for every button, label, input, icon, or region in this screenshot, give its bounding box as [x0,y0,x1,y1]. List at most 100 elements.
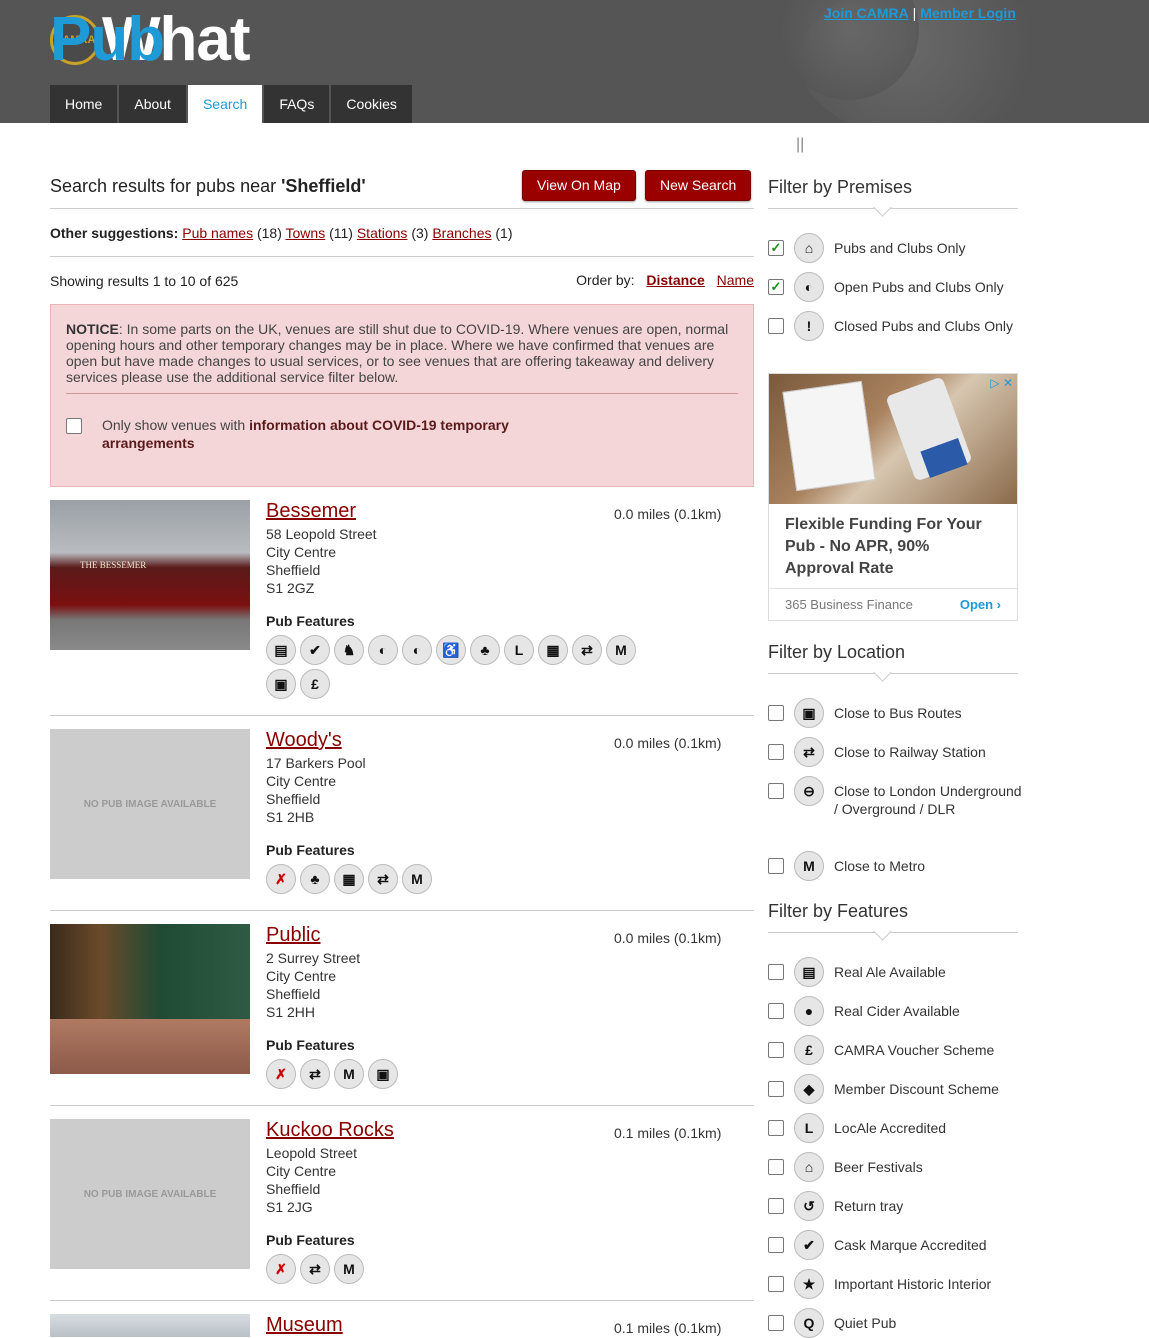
club-icon[interactable]: ♣ [470,635,500,665]
bus-icon[interactable]: ▣ [368,1059,398,1089]
pub-distance: 0.0 miles (0.1km) [614,506,722,522]
filter-london-underground[interactable]: ⊖ Close to London Underground / Overgrou… [768,776,1024,818]
locale-icon[interactable]: L [504,635,534,665]
suggestion-towns-link[interactable]: Towns [286,225,326,241]
filter-checkbox[interactable]: ✓ [768,279,784,295]
filter-checkbox[interactable] [768,1042,784,1058]
club-icon[interactable]: ♣ [300,864,330,894]
filter-railway-station[interactable]: ⇄ Close to Railway Station [768,737,1024,767]
nav-search[interactable]: Search [187,85,263,123]
metro-icon[interactable]: M [334,1254,364,1284]
no-voucher-icon[interactable]: ✗ [266,1254,296,1284]
filter-label: Close to Bus Routes [834,705,962,721]
calendar-icon[interactable]: ▦ [538,635,568,665]
join-camra-link[interactable]: Join CAMRA [824,5,909,21]
return-icon: ↺ [794,1191,824,1221]
filter-historic-interior[interactable]: ★ Important Historic Interior [768,1269,1024,1299]
open-pubs-icon[interactable]: ◐ [402,635,432,665]
suggestion-pub-names-link[interactable]: Pub names [182,225,253,241]
railway-icon[interactable]: ⇄ [368,864,398,894]
filter-closed-pubs-clubs-only[interactable]: ! Closed Pubs and Clubs Only [768,311,1024,341]
nav-cookies[interactable]: Cookies [331,85,412,123]
filter-pubs-clubs-only[interactable]: ✓ ⌂ Pubs and Clubs Only [768,233,1024,263]
filter-checkbox[interactable] [768,1081,784,1097]
filter-checkbox[interactable] [768,858,784,874]
advertisement[interactable]: ▷ ✕ Flexible Funding For Your Pub - No A… [768,373,1018,621]
pub-name-link[interactable]: Bessemer [266,500,356,523]
filter-locale[interactable]: L LocAle Accredited [768,1113,1024,1143]
pub-name-link[interactable]: Public [266,924,320,947]
railway-icon[interactable]: ⇄ [300,1059,330,1089]
no-voucher-icon[interactable]: ✗ [266,1059,296,1089]
order-distance-link[interactable]: Distance [646,272,704,288]
pub-photo[interactable]: THE BESSEMER [50,500,250,650]
wheelchair-access-icon[interactable]: ♿ [436,635,466,665]
filter-checkbox[interactable] [768,1120,784,1136]
new-search-button[interactable]: New Search [645,170,752,201]
filter-checkbox[interactable] [768,783,784,799]
pub-name-link[interactable]: Woody's [266,729,342,752]
filter-checkbox[interactable] [768,744,784,760]
filter-checkbox[interactable] [768,1276,784,1292]
layout-toggle[interactable]: || [796,136,804,154]
covid-filter-checkbox[interactable] [66,418,82,434]
filter-beer-festivals[interactable]: ⌂ Beer Festivals [768,1152,1024,1182]
pub-photo[interactable] [50,1314,250,1337]
voucher-scheme-icon[interactable]: £ [300,669,330,699]
notice-text: NOTICE: In some parts on the UK, venues … [66,321,738,394]
order-name-link[interactable]: Name [717,272,754,288]
half-open-icon[interactable]: ◐ [368,635,398,665]
pub-distance: 0.0 miles (0.1km) [614,735,722,751]
ad-open-button[interactable]: Open › [960,597,1001,612]
nav-about[interactable]: About [119,85,186,123]
covid-filter-option[interactable]: Only show venues with information about … [66,416,738,452]
member-login-link[interactable]: Member Login [920,5,1016,21]
suggestion-stations-link[interactable]: Stations [357,225,408,241]
no-voucher-icon[interactable]: ✗ [266,864,296,894]
pub-name-link[interactable]: Museum [266,1314,343,1337]
filter-return-tray[interactable]: ↺ Return tray [768,1191,1024,1221]
ad-image[interactable]: ▷ ✕ [769,374,1017,504]
railway-icon[interactable]: ⇄ [300,1254,330,1284]
nav-faqs[interactable]: FAQs [264,85,330,123]
filter-checkbox[interactable] [768,318,784,334]
filter-label: Member Discount Scheme [834,1081,999,1097]
cask-marque-icon[interactable]: ✔ [300,635,330,665]
filter-member-discount[interactable]: ◆ Member Discount Scheme [768,1074,1024,1104]
pub-photo[interactable] [50,924,250,1074]
ad-headline[interactable]: Flexible Funding For Your Pub - No APR, … [769,504,1017,588]
suggestion-branches-link[interactable]: Branches [432,225,491,241]
pub-name-link[interactable]: Kuckoo Rocks [266,1119,394,1142]
metro-icon[interactable]: M [606,635,636,665]
filter-checkbox[interactable] [768,1003,784,1019]
filter-metro[interactable]: M Close to Metro [768,851,1024,881]
filter-quiet-pub[interactable]: Q Quiet Pub [768,1308,1024,1338]
filter-checkbox[interactable] [768,1198,784,1214]
filter-real-ale[interactable]: ▤ Real Ale Available [768,957,1024,987]
filter-checkbox[interactable]: ✓ [768,240,784,256]
calendar-icon[interactable]: ▦ [334,864,364,894]
railway-icon[interactable]: ⇄ [572,635,602,665]
filter-checkbox[interactable] [768,1315,784,1331]
view-on-map-button[interactable]: View On Map [522,170,636,201]
filter-real-cider[interactable]: ● Real Cider Available [768,996,1024,1026]
metro-icon[interactable]: M [334,1059,364,1089]
filter-checkbox[interactable] [768,1159,784,1175]
filter-bus-routes[interactable]: ▣ Close to Bus Routes [768,698,1024,728]
pub-features-label: Pub Features [266,1037,355,1053]
filter-checkbox[interactable] [768,964,784,980]
ad-choices-icon[interactable]: ▷ ✕ [990,376,1013,390]
whatpub-logo[interactable]: CAMRA What Pub [50,9,251,71]
filter-cask-marque[interactable]: ✔ Cask Marque Accredited [768,1230,1024,1260]
pound-icon: £ [794,1035,824,1065]
family-friendly-icon[interactable]: ♞ [334,635,364,665]
address-town: Sheffield [266,791,321,807]
bus-icon[interactable]: ▣ [266,669,296,699]
nav-home[interactable]: Home [50,85,118,123]
metro-icon[interactable]: M [402,864,432,894]
filter-voucher-scheme[interactable]: £ CAMRA Voucher Scheme [768,1035,1024,1065]
filter-checkbox[interactable] [768,1237,784,1253]
real-ale-icon[interactable]: ▤ [266,635,296,665]
filter-checkbox[interactable] [768,705,784,721]
filter-open-pubs-clubs-only[interactable]: ✓ ◐ Open Pubs and Clubs Only [768,272,1024,302]
